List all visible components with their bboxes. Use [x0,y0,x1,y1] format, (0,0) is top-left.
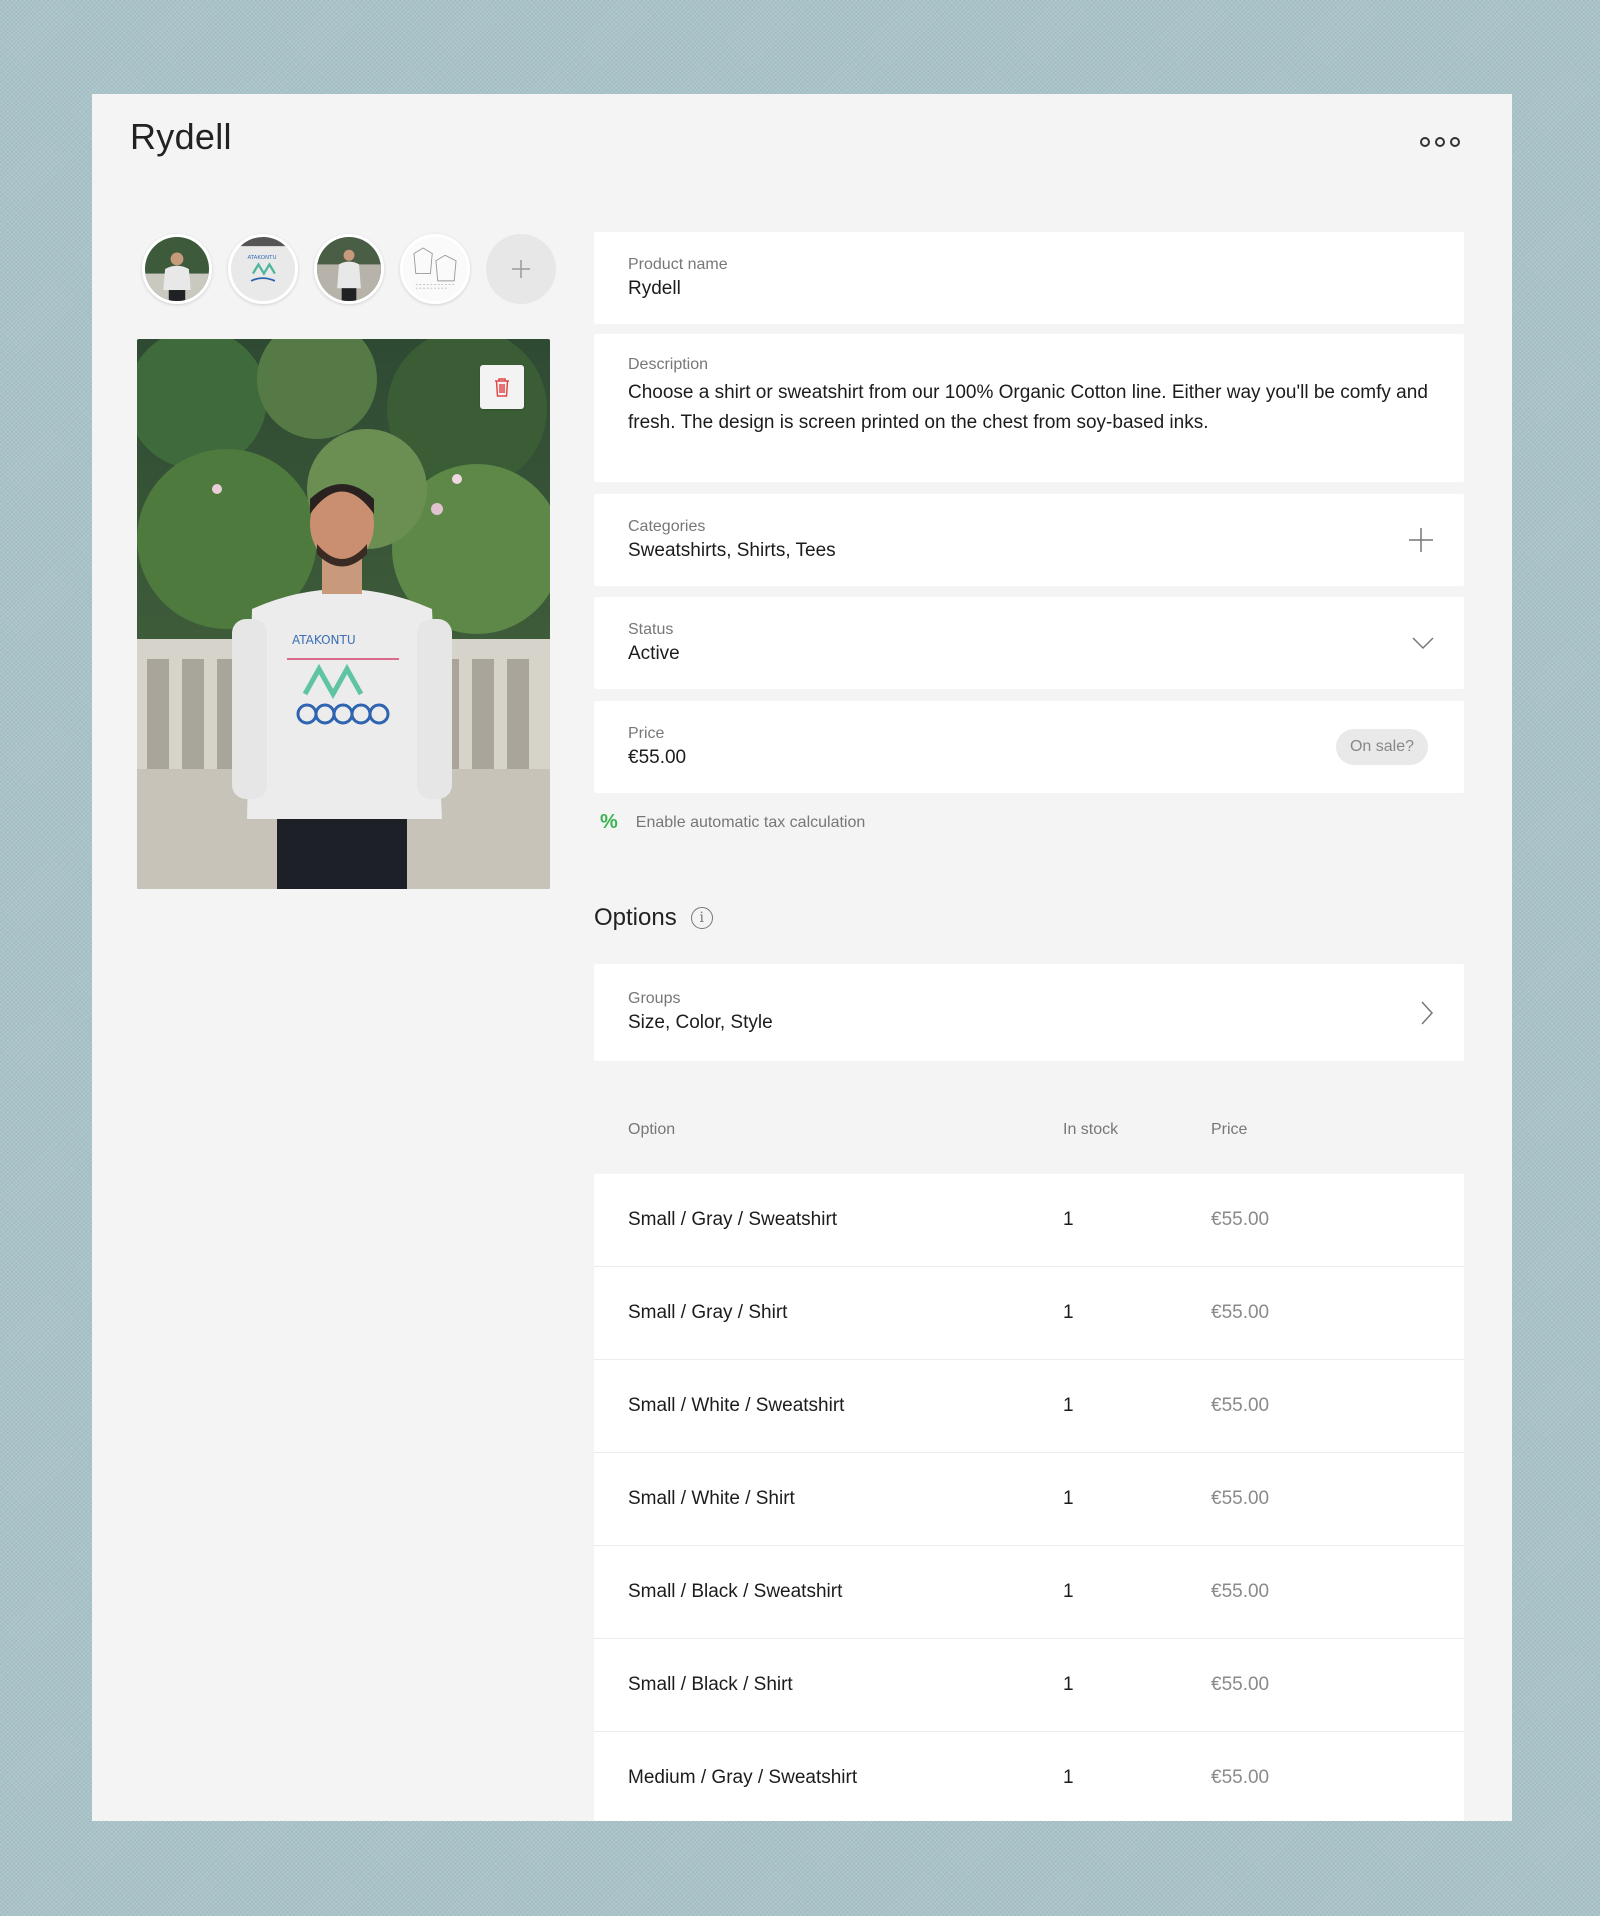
column-in-stock: In stock [1063,1121,1119,1138]
option-name: Small / Gray / Shirt [628,1302,788,1323]
categories-value: Sweatshirts, Shirts, Tees [628,540,836,561]
trash-icon [495,378,509,397]
option-price[interactable]: €55.00 [1211,1767,1269,1789]
dot-icon [1420,137,1430,147]
product-photo-image: ATAKONTU [137,339,550,889]
status-label: Status [628,621,674,638]
options-table-header: Option In stock Price [594,1121,1464,1151]
option-price[interactable]: €55.00 [1211,1581,1269,1603]
status-value: Active [628,643,680,664]
thumbnail-strip: ATAKONTU [142,234,556,304]
dot-icon [1450,137,1460,147]
page-title: Rydell [130,116,232,157]
option-name: Small / White / Sweatshirt [628,1395,845,1416]
categories-field[interactable]: Categories Sweatshirts, Shirts, Tees [594,494,1464,586]
groups-value: Size, Color, Style [628,1012,773,1033]
option-stock[interactable]: 1 [1063,1488,1074,1510]
option-stock[interactable]: 1 [1063,1581,1074,1603]
price-field[interactable]: Price €55.00 On sale? [594,701,1464,793]
column-option: Option [628,1121,676,1138]
table-row[interactable]: Small / Gray / Shirt 1 €55.00 [594,1267,1464,1360]
more-options-button[interactable] [1420,132,1460,152]
on-sale-toggle[interactable]: On sale? [1335,729,1428,765]
table-row[interactable]: Medium / Gray / Sweatshirt 1 €55.00 [594,1732,1464,1821]
chevron-down-icon [1412,637,1434,650]
plus-icon [1409,528,1433,552]
option-stock[interactable]: 1 [1063,1674,1074,1696]
chevron-right-icon [1421,1000,1434,1025]
photo-thumbnail-image [145,237,209,301]
tax-calculation-row: % Enable automatic tax calculation [600,811,865,834]
option-name: Small / Black / Shirt [628,1674,793,1695]
product-name-value[interactable]: Rydell [628,278,1430,300]
photo-thumbnail-image: ATAKONTU [231,237,295,301]
description-label: Description [628,356,709,373]
table-row[interactable]: Small / Gray / Sweatshirt 1 €55.00 [594,1174,1464,1267]
option-name: Small / Gray / Sweatshirt [628,1209,838,1230]
price-value[interactable]: €55.00 [628,747,1430,769]
description-value[interactable]: Choose a shirt or sweatshirt from our 10… [628,378,1430,438]
thumbnail-sketch-4[interactable] [400,234,470,304]
tax-calculation-label[interactable]: Enable automatic tax calculation [636,814,865,832]
table-row[interactable]: Small / White / Shirt 1 €55.00 [594,1453,1464,1546]
option-name: Medium / Gray / Sweatshirt [628,1767,858,1788]
groups-label: Groups [628,990,681,1007]
option-price[interactable]: €55.00 [1211,1395,1269,1417]
option-stock[interactable]: 1 [1063,1395,1074,1417]
table-row[interactable]: Small / White / Sweatshirt 1 €55.00 [594,1360,1464,1453]
price-label: Price [628,725,665,742]
product-editor-panel: Rydell ATAKONTU ATAKONTU Product name Ry… [92,94,1512,1821]
delete-image-button[interactable] [480,365,524,409]
add-category-button[interactable] [1408,527,1434,553]
thumbnail-photo-3[interactable] [314,234,384,304]
dot-icon [1435,137,1445,147]
sketch-thumbnail-image [403,237,467,301]
options-heading: Options i [594,904,713,932]
option-groups-field[interactable]: Groups Size, Color, Style [594,964,1464,1061]
thumbnail-photo-2[interactable]: ATAKONTU [228,234,298,304]
status-dropdown-toggle[interactable] [1412,636,1434,650]
option-stock[interactable]: 1 [1063,1209,1074,1231]
table-row[interactable]: Small / Black / Sweatshirt 1 €55.00 [594,1546,1464,1639]
product-name-field[interactable]: Product name Rydell [594,232,1464,324]
option-name: Small / Black / Sweatshirt [628,1581,843,1602]
add-image-button[interactable] [486,234,556,304]
option-price[interactable]: €55.00 [1211,1488,1269,1510]
svg-text:ATAKONTU: ATAKONTU [247,255,276,261]
percent-icon[interactable]: % [600,811,618,834]
table-row[interactable]: Small / Black / Shirt 1 €55.00 [594,1639,1464,1732]
description-field[interactable]: Description Choose a shirt or sweatshirt… [594,334,1464,482]
status-field[interactable]: Status Active [594,597,1464,689]
main-product-photo[interactable]: ATAKONTU [137,339,550,889]
option-stock[interactable]: 1 [1063,1302,1074,1324]
option-name: Small / White / Shirt [628,1488,795,1509]
categories-label: Categories [628,518,706,535]
option-stock[interactable]: 1 [1063,1767,1074,1789]
options-title: Options [594,904,677,931]
option-price[interactable]: €55.00 [1211,1209,1269,1231]
option-price[interactable]: €55.00 [1211,1674,1269,1696]
photo-thumbnail-image [317,237,381,301]
options-table: Small / Gray / Sweatshirt 1 €55.00 Small… [594,1174,1464,1821]
thumbnail-photo-1[interactable] [142,234,212,304]
column-price: Price [1211,1121,1248,1138]
plus-icon [512,260,530,278]
groups-open-button[interactable] [1420,1000,1434,1025]
info-icon[interactable]: i [690,907,713,929]
option-price[interactable]: €55.00 [1211,1302,1269,1324]
product-name-label: Product name [628,256,728,273]
svg-text:ATAKONTU: ATAKONTU [292,633,356,647]
